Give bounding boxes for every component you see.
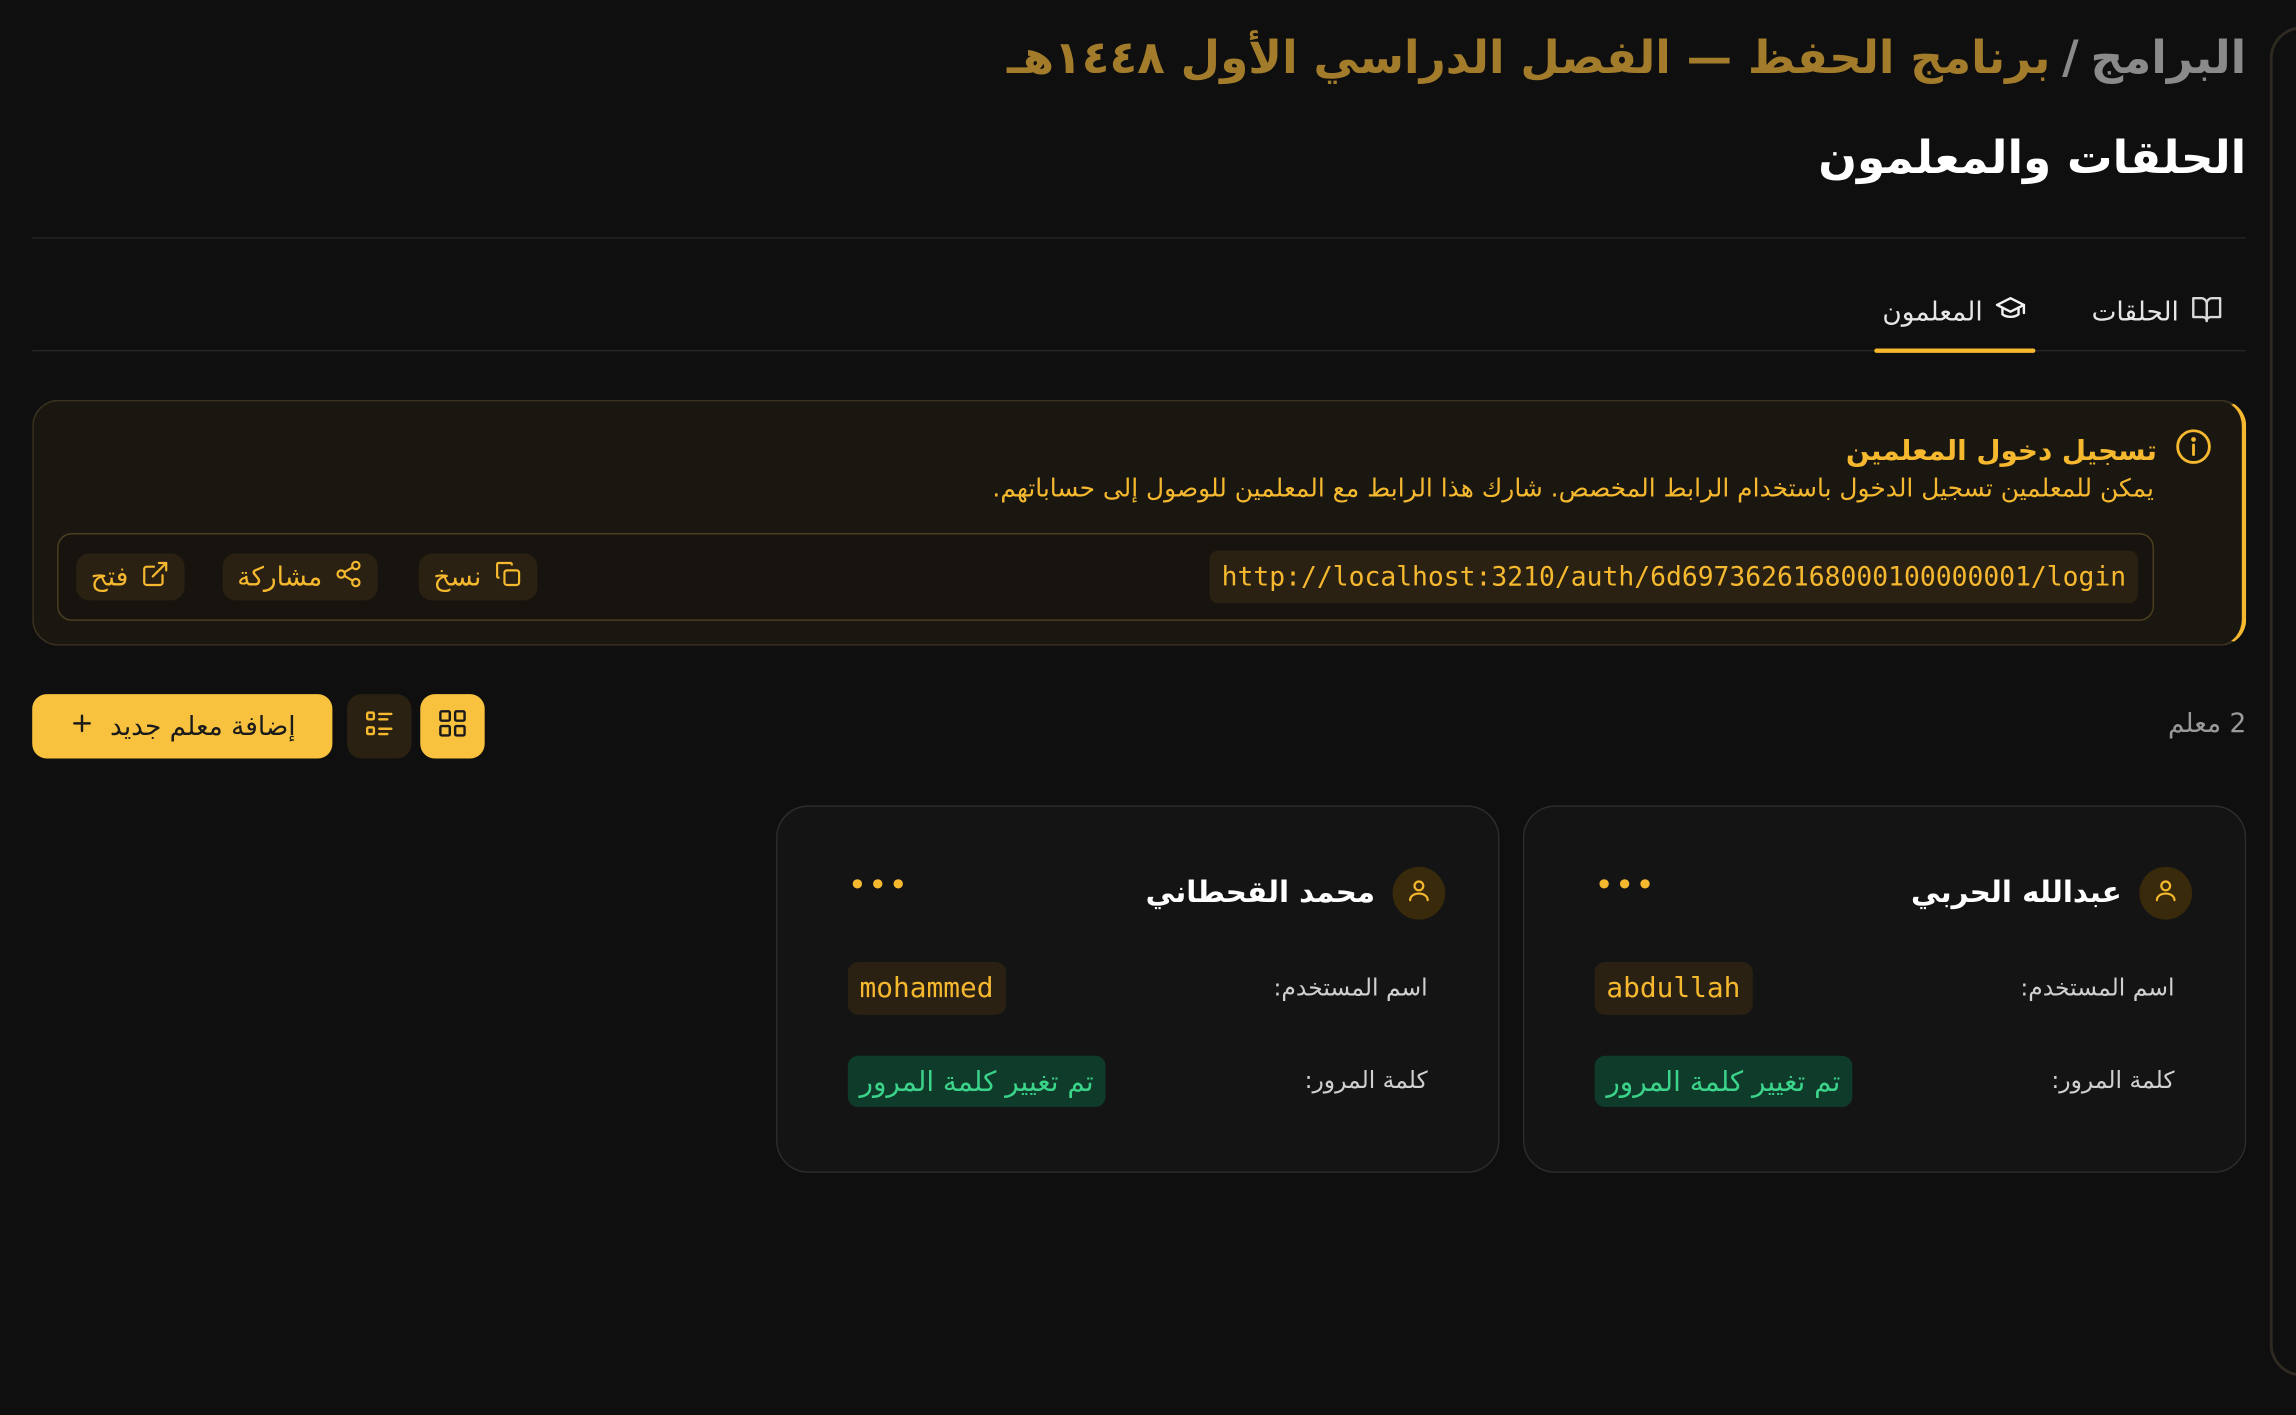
grid-icon — [436, 707, 468, 745]
book-open-icon — [2191, 293, 2223, 333]
tab-teachers-label: المعلمون — [1882, 297, 1983, 329]
breadcrumb-current: برنامج الحفظ — الفصل الدراسي الأول ١٤٤٨ه… — [1007, 32, 2051, 85]
breadcrumb: البرامج/برنامج الحفظ — الفصل الدراسي الأ… — [1007, 32, 2246, 85]
avatar — [1392, 866, 1446, 920]
info-icon — [2174, 428, 2212, 473]
tab-bar: الحلقات المعلمون — [32, 275, 2247, 353]
plus-icon — [69, 709, 95, 743]
username-value: mohammed — [847, 962, 1006, 1015]
share-icon — [334, 559, 363, 596]
graduation-cap-icon — [1994, 293, 2026, 333]
window-edge — [2269, 26, 2296, 1377]
teacher-card: محمد القحطاني ••• اسم المستخدم: mohammed… — [776, 805, 1500, 1173]
username-label: اسم المستخدم: — [1273, 973, 1428, 1002]
grid-view-toggle[interactable] — [420, 694, 485, 759]
login-link-row: http://localhost:3210/auth/6d69736261680… — [57, 533, 2154, 621]
more-options-button[interactable]: ••• — [1595, 868, 1656, 905]
password-status-badge: تم تغيير كلمة المرور — [847, 1055, 1106, 1108]
user-icon — [2153, 877, 2179, 909]
login-panel-description: يمكن للمعلمين تسجيل الدخول باستخدام الرا… — [992, 474, 2154, 504]
teacher-card: عبدالله الحربي ••• اسم المستخدم: abdulla… — [1522, 805, 2247, 1173]
share-link-button[interactable]: مشاركة — [222, 553, 378, 601]
tab-teachers[interactable]: المعلمون — [1873, 275, 2036, 353]
teacher-login-panel: تسجيل دخول المعلمين يمكن للمعلمين تسجيل … — [32, 399, 2247, 646]
copy-label: نسخ — [433, 561, 482, 593]
page-title: الحلقات والمعلمون — [1818, 131, 2247, 185]
active-tab-indicator — [1873, 348, 2036, 353]
login-panel-header: تسجيل دخول المعلمين — [1846, 428, 2213, 473]
header-divider — [32, 237, 2247, 239]
copy-icon — [493, 559, 522, 596]
more-options-button[interactable]: ••• — [848, 868, 909, 905]
teacher-name: محمد القحطاني — [1145, 874, 1375, 910]
external-link-icon — [140, 559, 169, 596]
login-panel-title: تسجيل دخول المعلمين — [1845, 434, 2157, 467]
breadcrumb-separator: / — [2062, 32, 2079, 85]
username-label: اسم المستخدم: — [2020, 973, 2175, 1002]
password-label: كلمة المرور: — [2051, 1066, 2175, 1094]
open-link-button[interactable]: فتح — [76, 553, 184, 601]
breadcrumb-root-link[interactable]: البرامج — [2090, 32, 2246, 85]
avatar — [2139, 866, 2193, 920]
share-label: مشاركة — [237, 561, 323, 593]
teacher-count: 2 معلم — [2167, 708, 2247, 740]
list-icon — [363, 707, 395, 745]
login-url[interactable]: http://localhost:3210/auth/6d69736261680… — [1209, 550, 2138, 604]
user-icon — [1406, 877, 1432, 909]
open-label: فتح — [90, 561, 129, 593]
add-teacher-label: إضافة معلم جديد — [110, 710, 296, 742]
tab-circles-label: الحلقات — [2091, 297, 2179, 329]
username-value: abdullah — [1594, 962, 1753, 1015]
password-label: كلمة المرور: — [1304, 1066, 1428, 1094]
copy-link-button[interactable]: نسخ — [418, 553, 537, 601]
password-status-badge: تم تغيير كلمة المرور — [1594, 1055, 1853, 1108]
tab-circles[interactable]: الحلقات — [2092, 275, 2223, 350]
list-view-toggle[interactable] — [347, 694, 412, 759]
teacher-name: عبدالله الحربي — [1910, 874, 2122, 910]
add-teacher-button[interactable]: إضافة معلم جديد — [32, 694, 333, 759]
